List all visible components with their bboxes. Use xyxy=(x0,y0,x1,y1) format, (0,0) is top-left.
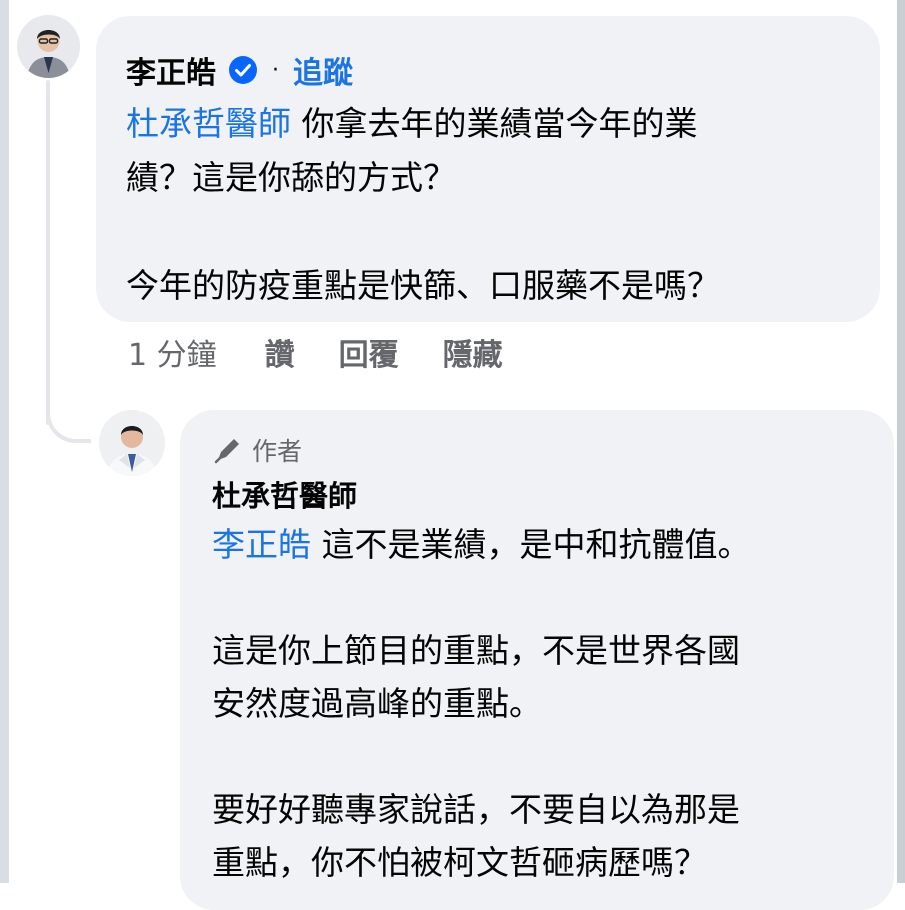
mention-link[interactable]: 杜承哲醫師 xyxy=(126,104,291,143)
thread-line xyxy=(46,80,50,425)
reply-bubble: 作者 杜承哲醫師 李正皓 這不是業績，是中和抗體值。 這是你上節目的重點，不是世… xyxy=(180,410,894,910)
avatar-portrait xyxy=(17,15,80,78)
reply-author-name[interactable]: 杜承哲醫師 xyxy=(212,476,864,516)
reply-text: 李正皓 這不是業績，是中和抗體值。 這是你上節目的重點，不是世界各國 安然度過高… xyxy=(212,518,864,889)
comment-author-name[interactable]: 李正皓 xyxy=(126,48,216,92)
separator-dot: · xyxy=(272,57,279,83)
like-button[interactable]: 讚 xyxy=(265,330,295,374)
thread-connector xyxy=(46,395,91,443)
comment-bubble: 李正皓 · 追蹤 杜承哲醫師 你拿去年的業績當今年的業 績？這是你舔的方式？ 今… xyxy=(96,16,880,322)
left-edge-strip xyxy=(0,0,9,883)
verified-badge-icon xyxy=(228,55,258,85)
reply-body: 這不是業績，是中和抗體值。 這是你上節目的重點，不是世界各國 安然度過高峰的重點… xyxy=(212,525,751,882)
follow-button[interactable]: 追蹤 xyxy=(293,48,353,92)
reply-avatar[interactable] xyxy=(99,410,165,476)
pen-icon xyxy=(214,439,239,464)
comment-timestamp[interactable]: 1 分鐘 xyxy=(128,330,217,374)
hide-button[interactable]: 隱藏 xyxy=(443,330,503,374)
comment-text: 杜承哲醫師 你拿去年的業績當今年的業 績？這是你舔的方式？ 今年的防疫重點是快篩… xyxy=(126,97,850,313)
right-edge-strip xyxy=(897,0,905,883)
avatar[interactable] xyxy=(17,15,80,78)
author-badge: 作者 xyxy=(212,432,864,468)
reply-avatar-portrait xyxy=(99,410,165,476)
author-badge-label: 作者 xyxy=(252,437,303,466)
reply-mention-link[interactable]: 李正皓 xyxy=(212,525,311,564)
reply-button[interactable]: 回覆 xyxy=(339,330,399,374)
comment-header: 李正皓 · 追蹤 xyxy=(126,48,850,92)
comment-actions: 1 分鐘 讚 回覆 隱藏 xyxy=(128,330,503,374)
